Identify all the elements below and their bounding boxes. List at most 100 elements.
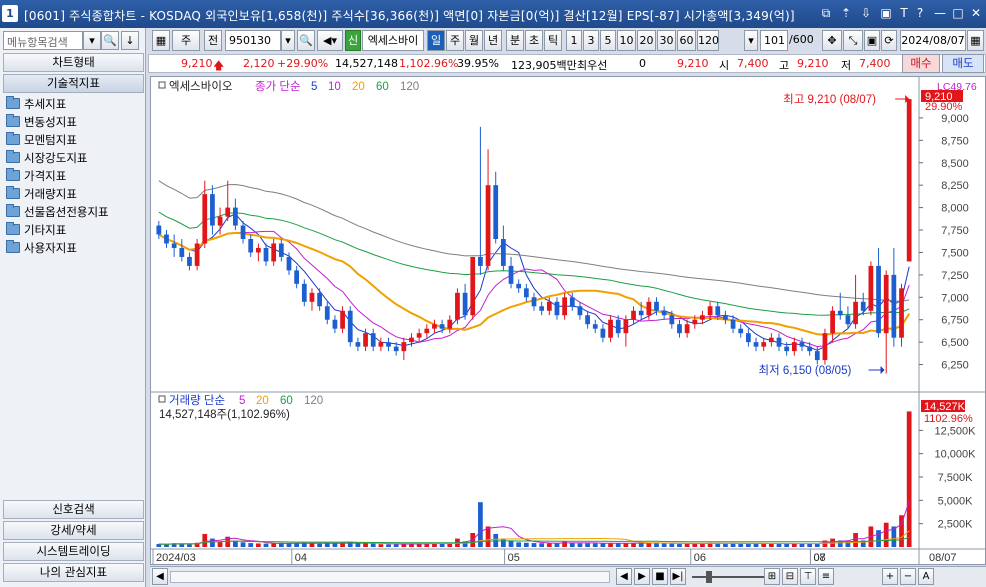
help-icon[interactable]: ?	[912, 5, 928, 21]
interval-60[interactable]: 60	[677, 30, 696, 51]
candle-body	[301, 283, 307, 302]
tree-item-momentum[interactable]: 모멘텀지표	[6, 131, 77, 149]
crosshair-icon[interactable]: ✥	[822, 30, 842, 51]
top-icon[interactable]: ⊤	[800, 568, 816, 585]
expand-icon[interactable]: ⊞	[764, 568, 780, 585]
candle-body	[447, 319, 453, 329]
chart-area[interactable]: 9,000 8,750 8,500 8,250 8,000 7,750 7,500 7,250…	[150, 76, 986, 565]
search-icon[interactable]: 🔍	[297, 30, 315, 51]
link-icon[interactable]: ⧉	[818, 5, 834, 21]
layout-icon[interactable]: ▣	[878, 5, 894, 21]
candle-body	[807, 346, 813, 352]
tree-item-volatility[interactable]: 변동성지표	[6, 113, 77, 131]
tab-period-day[interactable]: 일	[427, 30, 445, 51]
tab-period-year[interactable]: 년	[484, 30, 502, 51]
volume-pct: 1,102.96%	[399, 57, 459, 70]
tab-system-trading[interactable]: 시스템트레이딩	[3, 542, 144, 561]
candle-body	[761, 342, 767, 347]
tab-technical-indicators[interactable]: 기술적지표	[3, 74, 144, 93]
volume-bar	[294, 543, 300, 547]
arrow-down-icon[interactable]: ↓	[121, 31, 139, 50]
sell-button[interactable]: 매도	[942, 54, 984, 73]
tab-period-second[interactable]: 초	[525, 30, 543, 51]
interval-10[interactable]: 10	[617, 30, 636, 51]
stop-icon[interactable]: ■	[652, 568, 668, 585]
volume-bar	[271, 543, 277, 547]
interval-1[interactable]: 1	[566, 30, 582, 51]
tab-period-week[interactable]: 주	[446, 30, 464, 51]
tab-bull-bear[interactable]: 강세/약세	[3, 521, 144, 540]
zoom-slider-handle[interactable]	[706, 571, 712, 583]
scroll-right-icon[interactable]: ◀	[616, 568, 632, 585]
zoom-icon[interactable]: ⤡	[843, 30, 863, 51]
current-pct-label: 29.90%	[925, 101, 963, 113]
tree-item-price[interactable]: 가격지표	[6, 167, 66, 185]
move-down-icon[interactable]: ⇩	[858, 5, 874, 21]
scroll-left-icon[interactable]: ◀	[152, 568, 168, 585]
menu-icon[interactable]: ≡	[818, 568, 834, 585]
zoom-slider[interactable]	[692, 576, 772, 578]
candlestick-chart[interactable]: 9,000 8,750 8,500 8,250 8,000 7,750 7,500 7,250…	[151, 77, 985, 564]
search-icon[interactable]: 🔍	[101, 31, 119, 50]
code-dropdown-icon[interactable]: ▾	[281, 30, 295, 51]
volume-bar	[807, 543, 813, 547]
close-icon[interactable]: ✕	[968, 5, 984, 21]
candle-body	[278, 243, 284, 257]
end-icon[interactable]: ▶|	[670, 568, 686, 585]
tab-period-tick[interactable]: 틱	[544, 30, 562, 51]
count-input[interactable]: 101	[760, 30, 788, 51]
x-tick-label: 04	[295, 552, 307, 564]
code-input[interactable]: 950130	[225, 30, 281, 51]
volume-bar	[600, 543, 606, 547]
volume-bar	[240, 542, 246, 547]
period-select[interactable]: 주	[172, 30, 200, 51]
interval-20[interactable]: 20	[637, 30, 656, 51]
price-tick-label: 6,750	[941, 315, 969, 327]
tree-item-market-strength[interactable]: 시장강도지표	[6, 149, 87, 167]
shrink-icon[interactable]: ⊟	[782, 568, 798, 585]
tab-signal-search[interactable]: 신호검색	[3, 500, 144, 519]
calendar-icon[interactable]: ▦	[152, 30, 170, 51]
tab-period-minute[interactable]: 분	[506, 30, 524, 51]
zoom-out-icon[interactable]: −	[900, 568, 916, 585]
tree-item-futures-options[interactable]: 선물옵션전용지표	[6, 203, 109, 221]
candle-body	[516, 283, 522, 289]
date-picker-icon[interactable]: ▦	[967, 30, 984, 51]
tab-my-indicators[interactable]: 나의 관심지표	[3, 563, 144, 582]
count-dropdown-icon[interactable]: ▾	[744, 30, 758, 51]
dropdown-icon[interactable]: ▾	[83, 31, 101, 50]
interval-30[interactable]: 30	[657, 30, 676, 51]
candle-body	[485, 185, 491, 266]
save-icon[interactable]: ▣	[864, 30, 880, 51]
refresh-icon[interactable]: ⟳	[881, 30, 897, 51]
volume-bar	[439, 543, 445, 547]
maximize-icon[interactable]: □	[950, 5, 966, 21]
minimize-icon[interactable]: —	[932, 5, 948, 21]
speaker-icon[interactable]: ◀▾	[317, 30, 343, 51]
date-input[interactable]: 2024/08/07	[900, 30, 966, 51]
buy-button[interactable]: 매수	[902, 54, 940, 73]
volume-bar	[501, 538, 506, 547]
move-up-icon[interactable]: ⇡	[838, 5, 854, 21]
tree-item-volume[interactable]: 거래량지표	[6, 185, 77, 203]
interval-3[interactable]: 3	[583, 30, 599, 51]
volume-bar	[661, 543, 667, 547]
zoom-in-icon[interactable]: +	[882, 568, 898, 585]
menu-search-input[interactable]: 메뉴항목검색	[3, 31, 83, 50]
tree-item-user[interactable]: 사용자지표	[6, 239, 77, 257]
scroll-track[interactable]	[170, 571, 610, 583]
title-bar: 1 [0601] 주식종합차트 - KOSDAQ 외국인보유[1,658(천)]…	[0, 0, 986, 28]
candle-body	[432, 324, 437, 329]
interval-120[interactable]: 120	[697, 30, 719, 51]
interval-5[interactable]: 5	[600, 30, 616, 51]
play-icon[interactable]: ▶	[634, 568, 650, 585]
tab-period-month[interactable]: 월	[465, 30, 483, 51]
font-icon[interactable]: T	[896, 5, 912, 21]
tab-chart-type[interactable]: 차트형태	[3, 53, 144, 72]
prev-button[interactable]: 전	[204, 30, 222, 51]
candle-body	[554, 301, 560, 316]
font-size-icon[interactable]: A	[918, 568, 934, 585]
tree-item-trend[interactable]: 추세지표	[6, 95, 66, 113]
candle-body	[822, 333, 828, 361]
tree-item-other[interactable]: 기타지표	[6, 221, 66, 239]
